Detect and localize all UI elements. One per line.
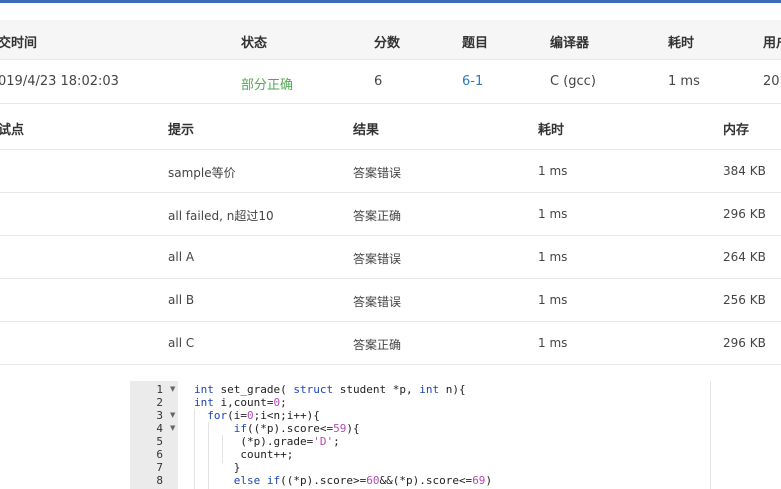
problem-link[interactable]: 6-1 bbox=[462, 74, 483, 89]
table-row: all failed, n超过10 答案正确 1 ms 296 KB bbox=[0, 193, 781, 236]
header-user: 用户 bbox=[763, 36, 781, 51]
top-accent-bar bbox=[0, 0, 781, 3]
fold-arrow-icon[interactable]: ▼ bbox=[170, 383, 178, 396]
line-number: 6 bbox=[156, 448, 163, 461]
code-line: else if((*p).score>=60&&(*p).score<=69) bbox=[233, 474, 493, 487]
score-value: 6 bbox=[374, 74, 383, 89]
header-compiler: 编译器 bbox=[550, 36, 590, 51]
line-number: 8 bbox=[156, 474, 163, 487]
case-memory: 296 KB bbox=[723, 207, 766, 221]
header-status: 状态 bbox=[241, 36, 268, 51]
case-time: 1 ms bbox=[538, 250, 568, 264]
case-time: 1 ms bbox=[538, 293, 568, 307]
case-memory: 256 KB bbox=[723, 293, 766, 307]
fold-arrow-icon[interactable]: ▼ bbox=[170, 409, 178, 422]
line-number: 7 bbox=[156, 461, 163, 474]
header-case: 试点 bbox=[0, 123, 25, 138]
case-memory: 384 KB bbox=[723, 164, 766, 178]
header-memory: 内存 bbox=[723, 123, 750, 138]
case-hint: all failed, n超过10 bbox=[168, 209, 274, 223]
status-badge: 部分正确 bbox=[241, 78, 294, 93]
case-memory: 264 KB bbox=[723, 250, 766, 264]
case-memory: 296 KB bbox=[723, 336, 766, 350]
case-hint: all C bbox=[168, 336, 195, 350]
code-line: int i,count=0; bbox=[194, 396, 287, 409]
case-hint: sample等价 bbox=[168, 166, 236, 180]
testcase-header: 试点 提示 结果 耗时 内存 bbox=[0, 104, 781, 150]
code-line: if((*p).score<=59){ bbox=[233, 422, 360, 435]
case-result: 答案错误 bbox=[353, 252, 402, 266]
summary-row: 019/4/23 18:02:03 部分正确 6 6-1 C (gcc) 1 m… bbox=[0, 60, 781, 104]
line-number: 1 bbox=[156, 383, 163, 396]
code-line: int set_grade( struct student *p, int n)… bbox=[194, 383, 466, 396]
line-number: 4 bbox=[156, 422, 163, 435]
header-case-time: 耗时 bbox=[538, 123, 565, 138]
compiler-value: C (gcc) bbox=[550, 74, 596, 89]
case-hint: all B bbox=[168, 293, 195, 307]
header-time: 耗时 bbox=[668, 36, 695, 51]
case-time: 1 ms bbox=[538, 336, 568, 350]
line-number: 5 bbox=[156, 435, 163, 448]
submission-card: 交时间 状态 分数 题目 编译器 耗时 用户 019/4/23 18:02:03… bbox=[0, 20, 781, 365]
case-time: 1 ms bbox=[538, 164, 568, 178]
case-hint: all A bbox=[168, 250, 195, 264]
case-result: 答案正确 bbox=[353, 209, 402, 223]
header-submit-time: 交时间 bbox=[0, 36, 38, 51]
line-number: 3 bbox=[156, 409, 163, 422]
table-row: all A 答案错误 1 ms 264 KB bbox=[0, 236, 781, 279]
header-result: 结果 bbox=[353, 123, 380, 138]
header-hint: 提示 bbox=[168, 123, 195, 138]
table-row: all C 答案正确 1 ms 296 KB bbox=[0, 322, 781, 365]
summary-header: 交时间 状态 分数 题目 编译器 耗时 用户 bbox=[0, 20, 781, 60]
case-time: 1 ms bbox=[538, 207, 568, 221]
line-number-gutter: 1 ▼ 2 3 ▼ 4 ▼ 5 6 7 8 bbox=[130, 381, 178, 489]
case-result: 答案错误 bbox=[353, 166, 402, 180]
table-row: all B 答案错误 1 ms 256 KB bbox=[0, 279, 781, 322]
table-row: sample等价 答案错误 1 ms 384 KB bbox=[0, 150, 781, 193]
header-score: 分数 bbox=[374, 36, 401, 51]
code-line: } bbox=[194, 461, 241, 474]
code-line: for(i=0;i<n;i++){ bbox=[207, 409, 320, 422]
submit-time: 019/4/23 18:02:03 bbox=[0, 74, 119, 89]
fold-arrow-icon[interactable]: ▼ bbox=[170, 422, 178, 435]
code-viewer[interactable]: 1 ▼ 2 3 ▼ 4 ▼ 5 6 7 8 int set_grade( str… bbox=[130, 381, 711, 489]
code-line: (*p).grade='D'; bbox=[194, 435, 340, 448]
user-value: 201 bbox=[763, 74, 781, 89]
case-result: 答案正确 bbox=[353, 338, 402, 352]
case-result: 答案错误 bbox=[353, 295, 402, 309]
line-number: 2 bbox=[156, 396, 163, 409]
header-problem: 题目 bbox=[462, 36, 489, 51]
time-value: 1 ms bbox=[668, 74, 700, 89]
code-line: count++; bbox=[194, 448, 294, 461]
